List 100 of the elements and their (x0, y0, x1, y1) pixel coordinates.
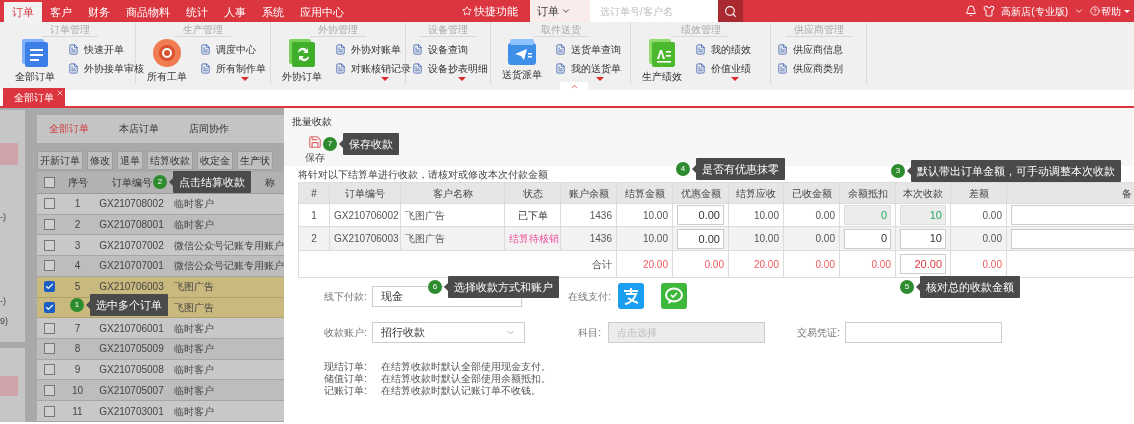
total-amount: 0.00 (704, 258, 724, 270)
checkbox[interactable] (44, 343, 55, 355)
checkbox[interactable] (44, 239, 55, 251)
menu-tab[interactable]: 财务 (80, 2, 118, 22)
module-button[interactable]: 送货派单 (497, 39, 547, 82)
text-fragment: -) (0, 295, 6, 308)
shirt-icon[interactable] (983, 5, 996, 17)
menu-link[interactable]: 设备查询 (428, 42, 468, 57)
collapse-button[interactable] (560, 82, 588, 90)
menu-tab[interactable]: 订单 (4, 2, 42, 22)
menu-link[interactable]: 价值业绩 (711, 61, 751, 76)
order-tab[interactable]: 店间协作 (189, 121, 229, 137)
notification-icon[interactable] (965, 5, 978, 17)
toolbar-button[interactable]: 修改 (87, 150, 113, 170)
menu-link[interactable]: 供应商类别 (793, 61, 843, 76)
quick-functions-link[interactable]: 快捷功能 (474, 2, 518, 20)
dropdown-caret-icon[interactable] (458, 77, 466, 81)
column-header: 差额 (968, 187, 989, 199)
order-number: GX210705009 (99, 343, 164, 355)
total-amount: 0.00 (815, 258, 835, 270)
column-header: 订单编号 (345, 187, 385, 199)
dropdown-caret-icon[interactable] (381, 77, 389, 81)
amount-field[interactable]: 10 (900, 228, 946, 249)
menu-link[interactable]: 送货单查询 (571, 42, 621, 57)
document-icon (68, 44, 79, 55)
checkbox[interactable] (44, 198, 55, 210)
toolbar-button[interactable]: 结算收款 (147, 150, 193, 170)
menu-link[interactable]: 对账核销记录 (351, 61, 411, 76)
customer-name: 临时客户 (174, 218, 214, 230)
menu-link[interactable]: 设备抄表明细 (428, 61, 488, 76)
status-text: 已下单 (517, 209, 548, 221)
document-stack-icon (22, 39, 48, 67)
voucher-field[interactable] (845, 321, 1002, 343)
menu-tab[interactable]: 客户 (42, 2, 80, 22)
chevron-icon[interactable] (1074, 6, 1084, 16)
row-number: 10 (71, 384, 84, 396)
order-number: GX210703001 (99, 405, 164, 417)
menu-link[interactable]: 所有制作单 (216, 61, 266, 76)
menu-tab[interactable]: 统计 (178, 2, 216, 22)
module-button[interactable]: 生产绩效 (637, 39, 687, 84)
star-icon (462, 6, 472, 16)
checkbox[interactable] (44, 281, 55, 293)
checkbox[interactable] (44, 322, 55, 334)
menu-link[interactable]: 调度中心 (216, 42, 256, 57)
close-icon[interactable] (56, 89, 64, 97)
save-button[interactable]: 保存 (304, 135, 326, 165)
settle-amount: 10.00 (642, 233, 668, 244)
menu-tab[interactable]: 系统 (254, 2, 292, 22)
menu-tab[interactable]: 应用中心 (292, 2, 352, 22)
help-menu[interactable]: 帮助 (1101, 3, 1121, 19)
menu-link[interactable]: 供应商信息 (793, 42, 843, 57)
received-amount: 0.00 (815, 233, 835, 244)
menu-link[interactable]: 我的绩效 (711, 42, 751, 57)
toolbar-button[interactable]: 开新订单 (37, 150, 83, 170)
store-name[interactable]: 高新店(专业版) (1001, 3, 1068, 19)
alipay-icon[interactable] (618, 283, 644, 309)
wechat-icon[interactable] (661, 283, 687, 309)
search-scope-dropdown[interactable]: 订单 (530, 0, 590, 22)
module-button[interactable]: 全部订单 (10, 39, 60, 84)
toolbar-button[interactable]: 退单 (117, 150, 143, 170)
dropdown-caret-icon[interactable] (241, 77, 249, 81)
menu-link[interactable]: 外协接单审核 (84, 61, 144, 76)
order-number: GX210705007 (99, 384, 164, 396)
amount-field[interactable]: 0 (844, 228, 891, 249)
dialog-title: 批量收款 (292, 115, 333, 129)
status-text: 结算待核销 (509, 233, 559, 244)
checkbox[interactable] (44, 176, 55, 188)
discount-field[interactable]: 0.00 (677, 205, 724, 225)
checkbox[interactable] (44, 260, 55, 272)
column-header: 本次收款 (903, 187, 943, 199)
column-header: 账户余额 (568, 187, 609, 199)
row-number: 11 (72, 405, 83, 417)
document-icon (777, 63, 788, 74)
dropdown-caret-icon[interactable] (731, 77, 739, 81)
menu-link[interactable]: 快速开单 (84, 42, 124, 57)
amount-field[interactable]: 20.00 (900, 254, 946, 274)
menu-tab[interactable]: 人事 (216, 2, 254, 22)
column-header: 客户名称 (432, 187, 473, 199)
order-tab[interactable]: 本店订单 (119, 121, 159, 137)
note-term: 记账订单: (324, 385, 367, 396)
menu-tab[interactable]: 商品物料 (118, 2, 178, 22)
toolbar-button[interactable]: 生产状 (237, 150, 273, 170)
search-button[interactable] (718, 0, 743, 22)
checkbox[interactable] (44, 384, 55, 396)
help-icon[interactable] (1090, 6, 1100, 16)
checkbox[interactable] (44, 218, 55, 230)
checkbox[interactable] (44, 364, 55, 376)
column-header: 备 (1121, 187, 1132, 199)
customer-name: 飞图广告 (405, 233, 445, 244)
account-select[interactable]: 招行收款 (372, 321, 525, 343)
dropdown-caret-icon[interactable] (596, 77, 604, 81)
checkbox[interactable] (44, 405, 55, 417)
menu-link[interactable]: 我的送货单 (571, 61, 621, 76)
toolbar-button[interactable]: 收定金 (197, 150, 233, 170)
checkbox[interactable] (44, 301, 55, 313)
menu-link[interactable]: 外协对账单 (351, 42, 401, 57)
page-tab[interactable]: 全部订单 (3, 88, 65, 106)
amount-field: 0 (844, 205, 891, 225)
discount-field[interactable]: 0.00 (677, 228, 724, 249)
module-button[interactable]: 外协订单 (277, 39, 327, 84)
